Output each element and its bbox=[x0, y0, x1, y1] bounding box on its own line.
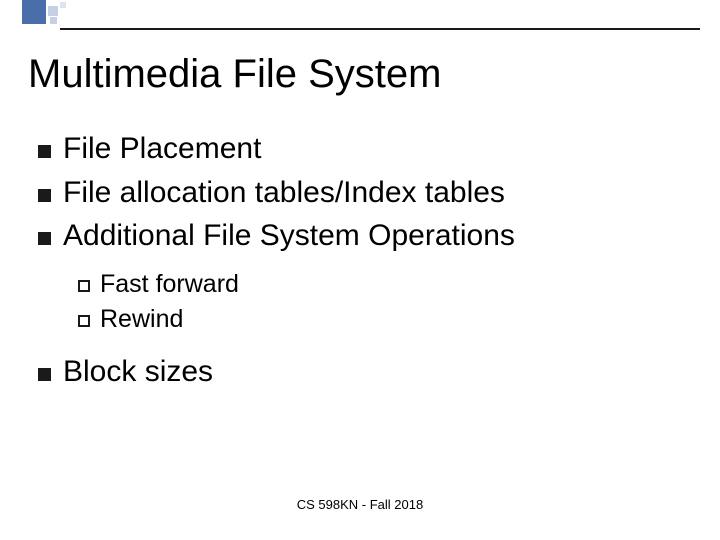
accent-square-small bbox=[50, 17, 57, 24]
accent-square-large bbox=[22, 0, 46, 24]
header-divider bbox=[60, 28, 700, 30]
bullet-level1: File allocation tables/Index tables bbox=[38, 174, 678, 212]
square-bullet-icon bbox=[38, 232, 51, 245]
subbullet-group: Fast forward Rewind bbox=[78, 269, 678, 336]
bullet-text: File allocation tables/Index tables bbox=[63, 174, 505, 212]
slide-decoration bbox=[0, 0, 720, 30]
bullet-level1: Block sizes bbox=[38, 353, 678, 391]
bullet-text: Block sizes bbox=[63, 353, 213, 391]
square-bullet-icon bbox=[38, 189, 51, 202]
accent-square-tiny bbox=[60, 2, 66, 8]
slide-footer: CS 598KN - Fall 2018 bbox=[0, 497, 720, 512]
subbullet-text: Rewind bbox=[100, 304, 183, 335]
square-bullet-icon bbox=[38, 145, 51, 158]
bullet-text: File Placement bbox=[63, 130, 261, 168]
subbullet-text: Fast forward bbox=[100, 269, 239, 300]
bullet-level2: Rewind bbox=[78, 304, 678, 335]
bullet-level2: Fast forward bbox=[78, 269, 678, 300]
slide-title: Multimedia File System bbox=[28, 52, 441, 97]
hollow-square-bullet-icon bbox=[78, 280, 90, 292]
bullet-text: Additional File System Operations bbox=[63, 217, 515, 255]
accent-square-small bbox=[48, 6, 58, 16]
bullet-level1: File Placement bbox=[38, 130, 678, 168]
slide-body: File Placement File allocation tables/In… bbox=[38, 130, 678, 397]
square-bullet-icon bbox=[38, 368, 51, 381]
hollow-square-bullet-icon bbox=[78, 315, 90, 327]
bullet-level1: Additional File System Operations bbox=[38, 217, 678, 255]
